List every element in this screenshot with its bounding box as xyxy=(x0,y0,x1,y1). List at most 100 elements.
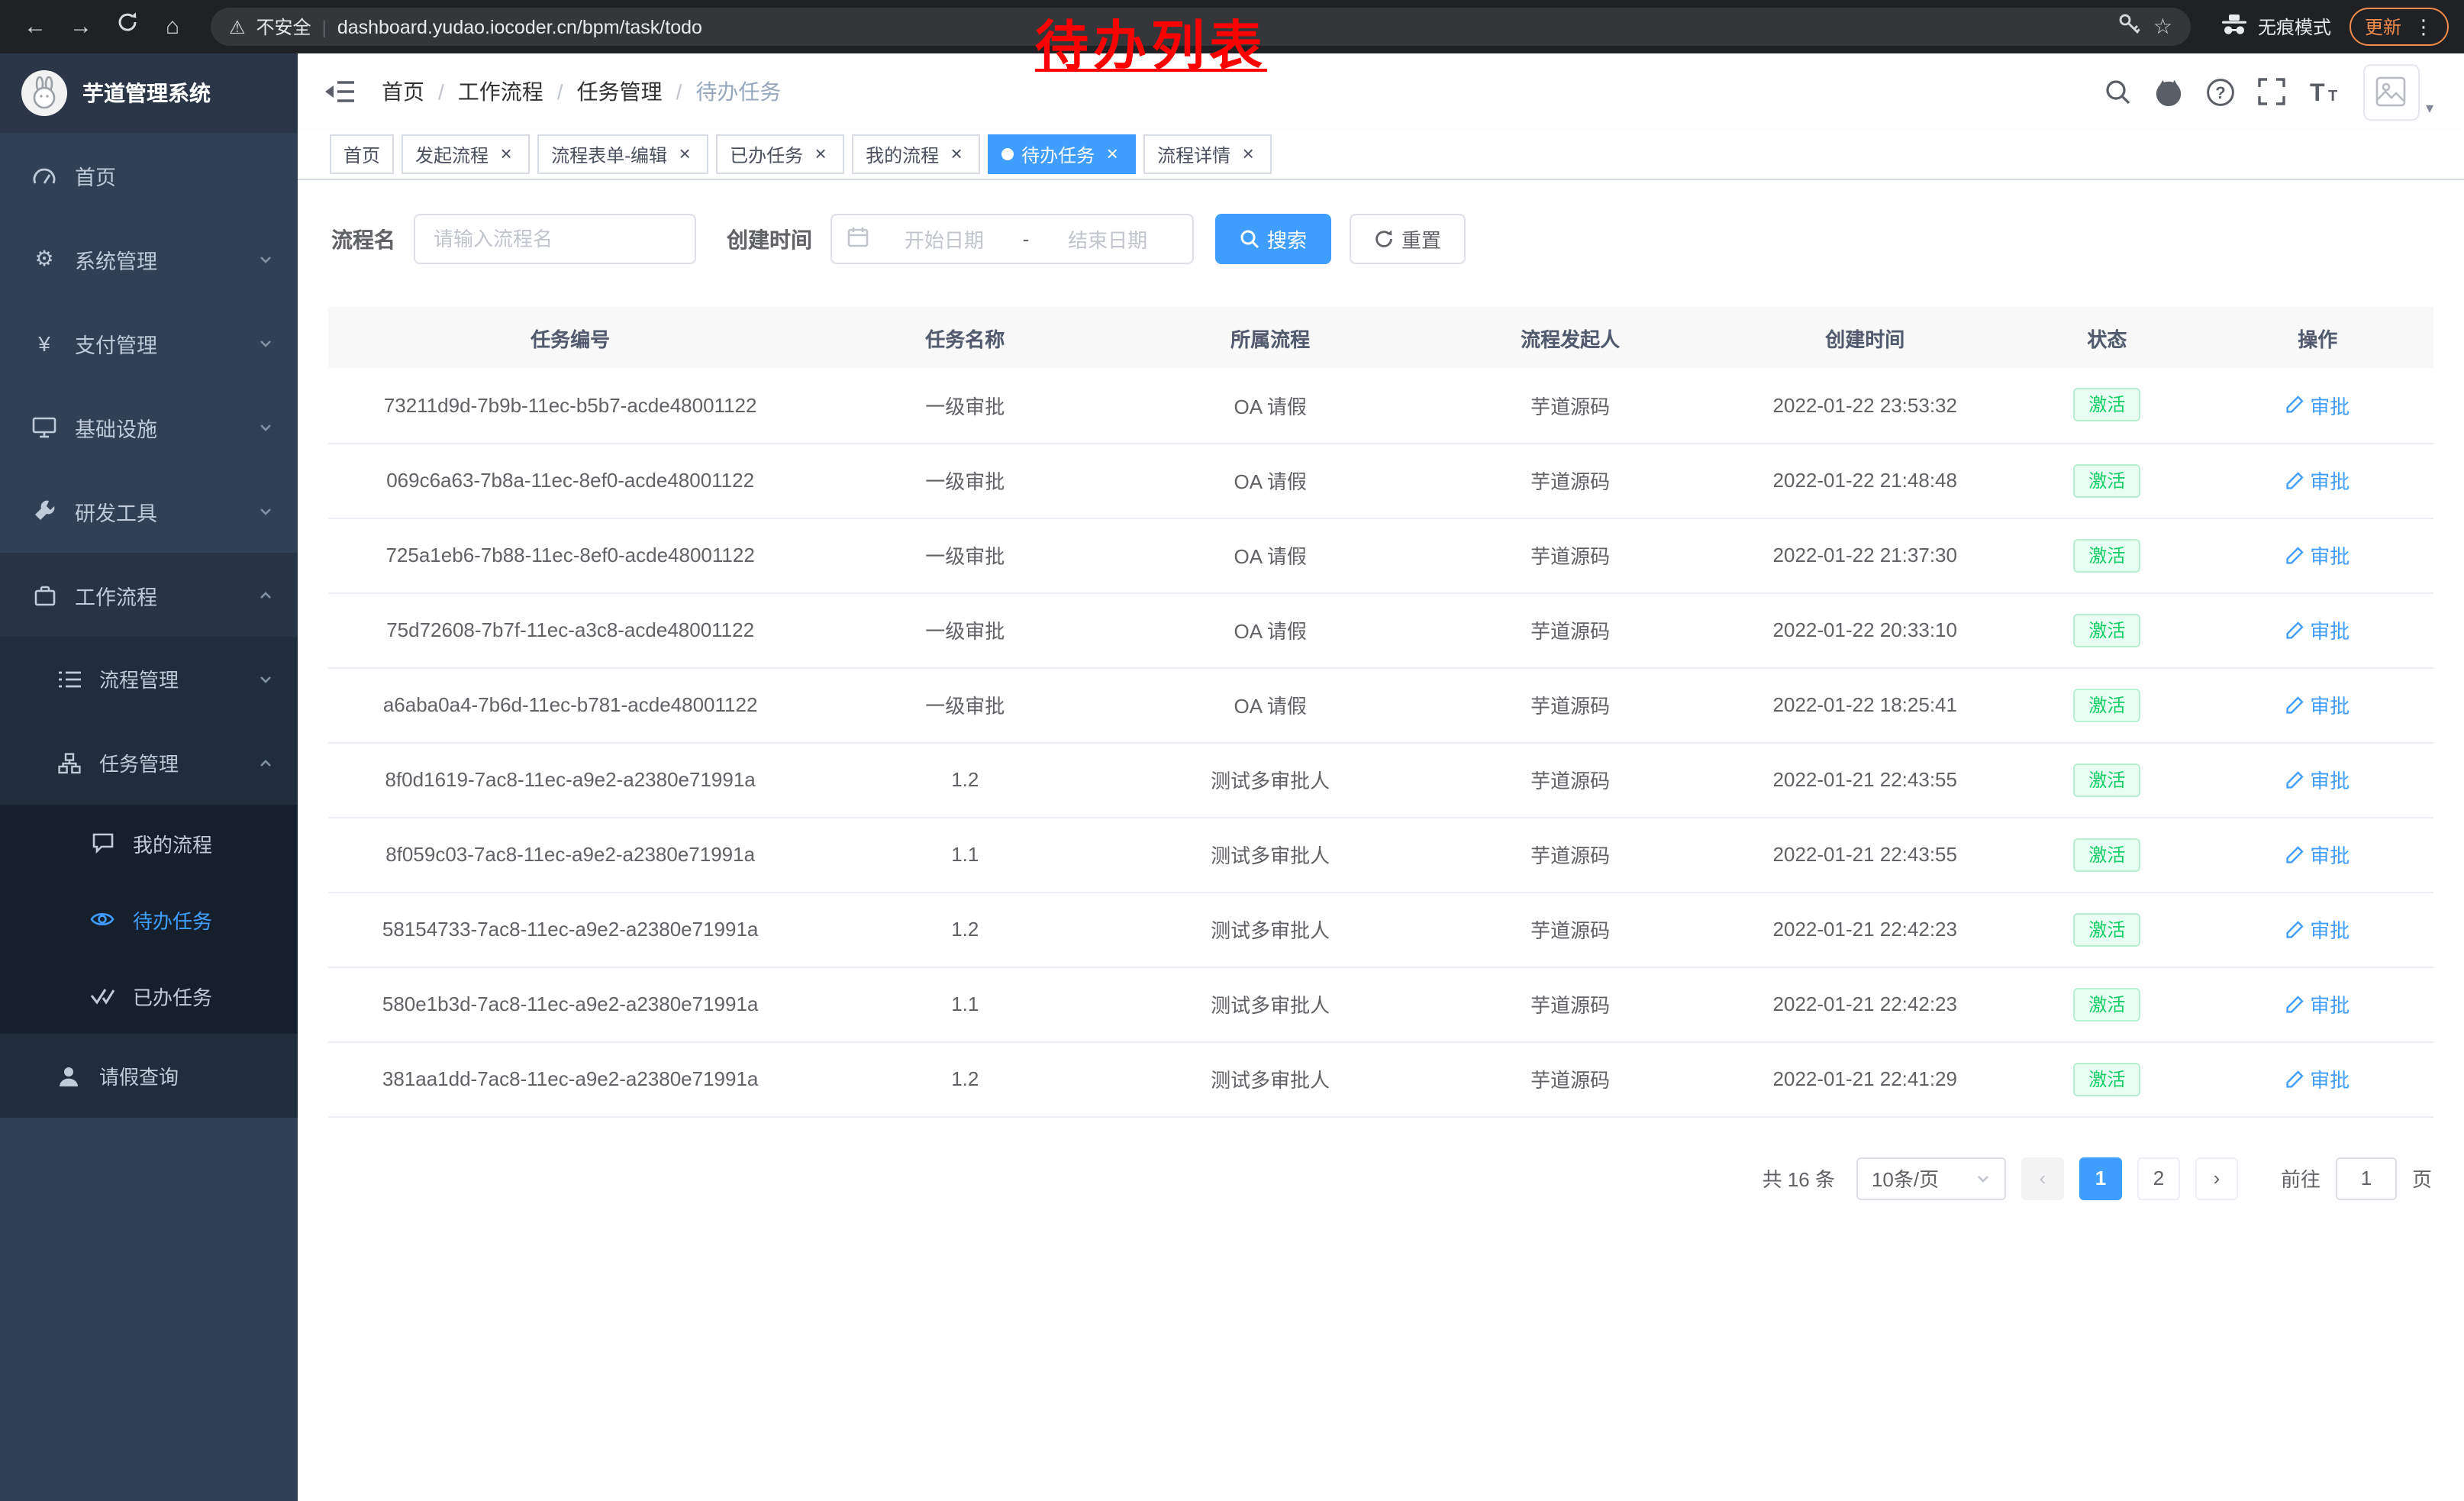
next-page-button[interactable]: › xyxy=(2195,1157,2238,1199)
browser-update-button[interactable]: 更新 ⋮ xyxy=(2350,8,2449,46)
search-icon[interactable] xyxy=(2104,78,2131,105)
sidebar-item-todo-task[interactable]: 待办任务 xyxy=(0,881,298,957)
sidebar-item-process-mgmt[interactable]: 流程管理 xyxy=(0,637,298,721)
sidebar-item-devtools[interactable]: 研发工具 xyxy=(0,469,298,553)
pagination: 共 16 条 10条/页 ‹ 1 2 › 前往 页 xyxy=(328,1157,2433,1199)
sidebar-item-task-mgmt[interactable]: 任务管理 xyxy=(0,721,298,805)
sidebar-item-leave-query[interactable]: 请假查询 xyxy=(0,1034,298,1118)
chevron-down-icon xyxy=(258,503,273,518)
browser-menu-icon[interactable]: ⋮ xyxy=(2414,15,2433,39)
fullscreen-icon[interactable] xyxy=(2258,78,2285,105)
tab-done-task[interactable]: 已办任务 × xyxy=(716,134,844,174)
sidebar-menu: 首页 ⚙ 系统管理 ¥ 支付管理 基础设施 xyxy=(0,133,298,1118)
chevron-down-icon[interactable]: ▾ xyxy=(2426,100,2433,117)
tab-label: 我的流程 xyxy=(866,141,939,167)
address-divider: | xyxy=(322,16,327,37)
breadcrumb-workflow[interactable]: 工作流程 xyxy=(458,76,543,107)
goto-label: 前往 xyxy=(2281,1164,2320,1193)
status-badge: 激活 xyxy=(2073,613,2140,647)
approve-link[interactable]: 审批 xyxy=(2285,840,2350,869)
search-button[interactable]: 搜索 xyxy=(1215,214,1331,264)
calendar-icon xyxy=(847,226,869,252)
date-range-picker[interactable]: 开始日期 - 结束日期 xyxy=(830,214,1194,264)
approve-link[interactable]: 审批 xyxy=(2285,915,2350,944)
sidebar-item-done-task[interactable]: 已办任务 xyxy=(0,957,298,1034)
col-actions: 操作 xyxy=(2202,307,2433,368)
page-size-select[interactable]: 10条/页 xyxy=(1856,1157,2006,1199)
approve-link[interactable]: 审批 xyxy=(2285,765,2350,794)
col-process: 所属流程 xyxy=(1118,307,1423,368)
approve-link[interactable]: 审批 xyxy=(2285,989,2350,1018)
browser-chrome: ← → ⌂ ⚠ 不安全 | dashboard.yudao.iocoder.cn… xyxy=(0,0,2464,53)
page-button-2[interactable]: 2 xyxy=(2137,1157,2180,1199)
bookmark-star-icon[interactable]: ☆ xyxy=(2153,14,2172,40)
goto-page-input[interactable] xyxy=(2336,1157,2397,1199)
tab-form-edit[interactable]: 流程表单-编辑 × xyxy=(537,134,708,174)
user-icon xyxy=(55,1065,82,1086)
github-icon[interactable] xyxy=(2154,77,2183,106)
browser-forward-button[interactable]: → xyxy=(61,7,101,47)
screen: ← → ⌂ ⚠ 不安全 | dashboard.yudao.iocoder.cn… xyxy=(0,0,2464,1501)
table-row: 58154733-7ac8-11ec-a9e2-a2380e71991a 1.2… xyxy=(328,892,2433,967)
end-date-placeholder: 结束日期 xyxy=(1038,224,1177,253)
breadcrumb-home[interactable]: 首页 xyxy=(382,76,424,107)
reset-button[interactable]: 重置 xyxy=(1350,214,1466,264)
approve-link[interactable]: 审批 xyxy=(2285,1064,2350,1093)
close-icon[interactable]: × xyxy=(675,144,695,164)
chevron-down-icon xyxy=(258,419,273,434)
close-icon[interactable]: × xyxy=(811,144,830,164)
tab-todo-task[interactable]: 待办任务 × xyxy=(988,134,1136,174)
close-icon[interactable]: × xyxy=(947,144,966,164)
app-title: 芋道管理系统 xyxy=(82,78,211,108)
chat-icon xyxy=(89,832,116,854)
tab-process-detail[interactable]: 流程详情 × xyxy=(1143,134,1272,174)
sidebar-fold-icon[interactable] xyxy=(325,79,354,104)
sidebar-item-my-process[interactable]: 我的流程 xyxy=(0,805,298,881)
browser-reload-button[interactable] xyxy=(107,7,147,47)
sidebar-item-home[interactable]: 首页 xyxy=(0,133,298,217)
help-icon[interactable]: ? xyxy=(2206,77,2235,106)
chevron-down-icon xyxy=(258,335,273,350)
sidebar-item-payment[interactable]: ¥ 支付管理 xyxy=(0,301,298,385)
browser-home-button[interactable]: ⌂ xyxy=(153,7,192,47)
table-row: 381aa1dd-7ac8-11ec-a9e2-a2380e71991a 1.2… xyxy=(328,1041,2433,1116)
close-icon[interactable]: × xyxy=(1238,144,1258,164)
table-row: 8f059c03-7ac8-11ec-a9e2-a2380e71991a 1.1… xyxy=(328,817,2433,892)
avatar[interactable] xyxy=(2363,63,2420,120)
sidebar-item-system[interactable]: ⚙ 系统管理 xyxy=(0,217,298,301)
sidebar-item-infra[interactable]: 基础设施 xyxy=(0,385,298,469)
process-name-input[interactable] xyxy=(414,214,696,264)
incognito-badge: 无痕模式 xyxy=(2221,13,2331,40)
approve-link[interactable]: 审批 xyxy=(2285,391,2350,420)
tab-label: 流程详情 xyxy=(1157,141,1230,167)
close-icon[interactable]: × xyxy=(1102,144,1122,164)
tab-start-process[interactable]: 发起流程 × xyxy=(402,134,530,174)
breadcrumb-task-mgmt[interactable]: 任务管理 xyxy=(577,76,663,107)
app-logo[interactable]: 芋道管理系统 xyxy=(0,53,298,133)
table-row: a6aba0a4-7b6d-11ec-b781-acde48001122 一级审… xyxy=(328,667,2433,742)
yen-icon: ¥ xyxy=(31,331,58,355)
browser-back-button[interactable]: ← xyxy=(15,7,55,47)
approve-link[interactable]: 审批 xyxy=(2285,615,2350,644)
sidebar-item-workflow[interactable]: 工作流程 xyxy=(0,553,298,637)
svg-text:?: ? xyxy=(2215,82,2225,102)
todo-task-table: 任务编号 任务名称 所属流程 流程发起人 创建时间 状态 操作 73211d9d… xyxy=(328,307,2433,1117)
approve-link[interactable]: 审批 xyxy=(2285,690,2350,719)
prev-page-button[interactable]: ‹ xyxy=(2021,1157,2064,1199)
key-icon[interactable] xyxy=(2118,12,2143,41)
chevron-down-icon xyxy=(1975,1170,1991,1186)
active-tab-dot xyxy=(1001,148,1014,160)
page-button-1[interactable]: 1 xyxy=(2079,1157,2122,1199)
top-navbar: 首页 / 工作流程 / 任务管理 / 待办任务 ? xyxy=(298,53,2464,130)
approve-link[interactable]: 审批 xyxy=(2285,466,2350,495)
col-task-id: 任务编号 xyxy=(328,307,812,368)
approve-link[interactable]: 审批 xyxy=(2285,541,2350,570)
tab-home[interactable]: 首页 xyxy=(330,134,394,174)
tab-my-process[interactable]: 我的流程 × xyxy=(852,134,980,174)
font-size-icon[interactable]: TT xyxy=(2308,78,2340,105)
start-date-placeholder: 开始日期 xyxy=(875,224,1014,253)
double-check-icon xyxy=(89,987,116,1004)
svg-text:T: T xyxy=(2328,88,2337,105)
status-badge: 激活 xyxy=(2073,538,2140,572)
close-icon[interactable]: × xyxy=(496,144,516,164)
